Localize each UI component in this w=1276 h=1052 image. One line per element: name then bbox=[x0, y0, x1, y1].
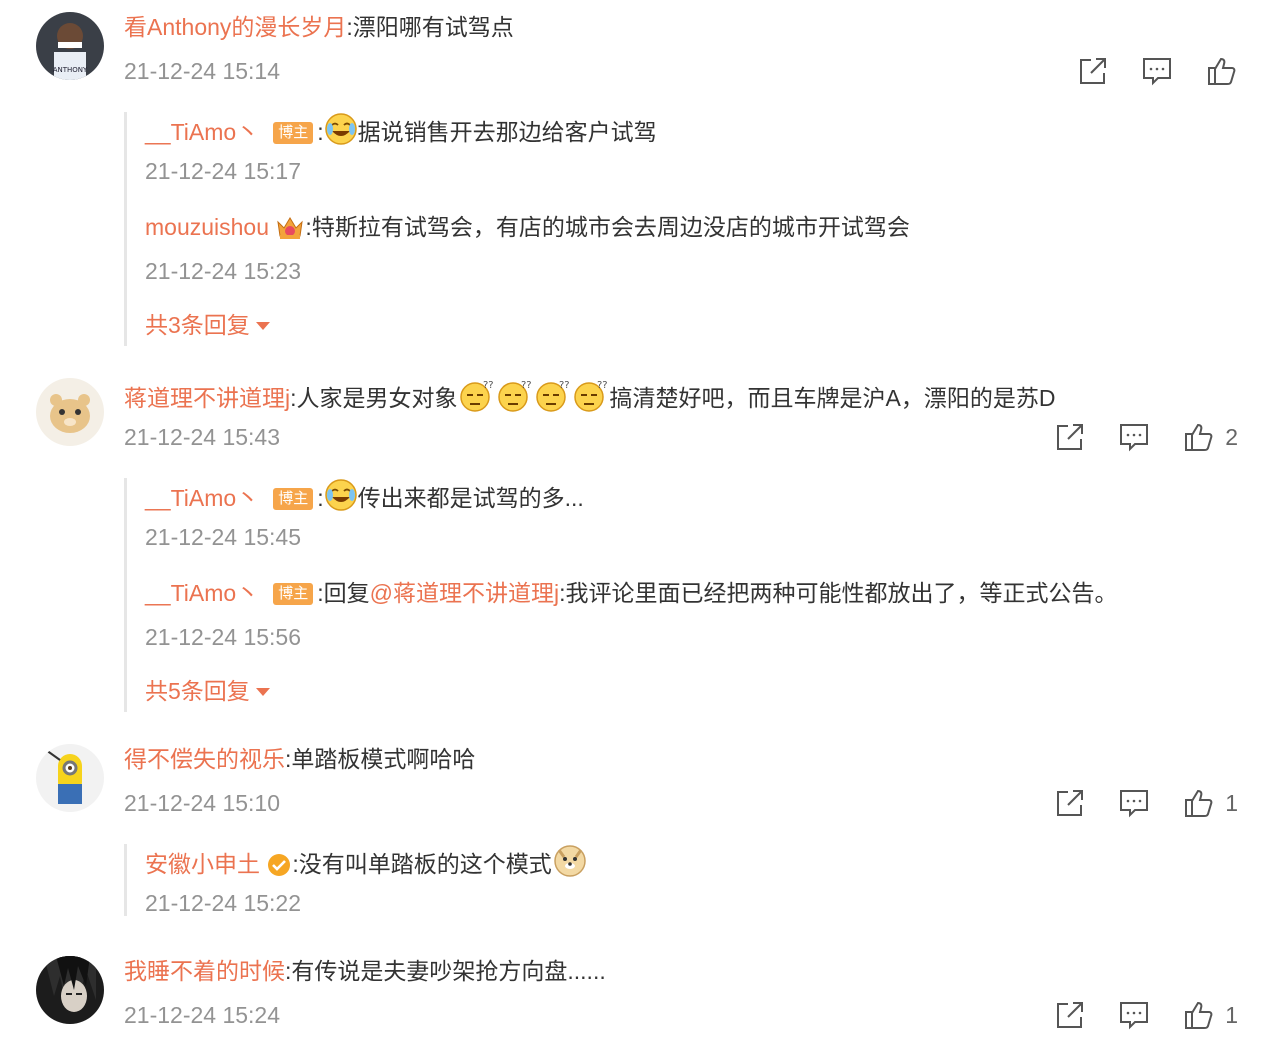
username-link[interactable]: 得不偿失的视乐 bbox=[124, 746, 285, 772]
author-badge: 博主 bbox=[273, 583, 314, 605]
timestamp: 21-12-24 15:23 bbox=[145, 258, 302, 284]
more-replies-label: 共3条回复 bbox=[145, 312, 250, 338]
comment-icon[interactable] bbox=[1140, 54, 1174, 88]
reply-text: 没有叫单踏板的这个模式 bbox=[298, 851, 552, 877]
share-icon[interactable] bbox=[1053, 998, 1087, 1032]
thumbs-up-icon[interactable] bbox=[1204, 54, 1238, 88]
username-link[interactable]: __TiAmo丶 bbox=[145, 580, 259, 606]
reply-text: 据说销售开去那边给客户试驾 bbox=[357, 119, 657, 145]
avatar[interactable] bbox=[36, 378, 104, 446]
sleepy-emoji-icon: ?? bbox=[534, 378, 572, 419]
like-count: 1 bbox=[1225, 789, 1238, 816]
reply-line: mouzuishou :特斯拉有试驾会，有店的城市会去周边没店的城市开试驾会 bbox=[145, 212, 910, 248]
action-bar: 2 bbox=[1023, 420, 1238, 454]
reply-thread: __TiAmo丶 博主: 据说销售开去那边给客户试驾 21-12-24 15:17 … bbox=[124, 112, 910, 346]
comment-text-part: 人家是男女对象 bbox=[296, 385, 458, 411]
sleepy-emoji-icon: ?? bbox=[496, 378, 534, 419]
reply-text: 特斯拉有试驾会，有店的城市会去周边没店的城市开试驾会 bbox=[311, 214, 910, 240]
svg-text:??: ?? bbox=[597, 380, 608, 391]
like-count: 2 bbox=[1225, 423, 1238, 450]
username-link[interactable]: 蒋道理不讲道理j bbox=[124, 385, 290, 411]
username-link[interactable]: __TiAmo丶 bbox=[145, 119, 259, 145]
reply-thread: 安徽小申土 :没有叫单踏板的这个模式 21-12-24 15:22 bbox=[124, 844, 586, 916]
more-replies-label: 共5条回复 bbox=[145, 678, 250, 704]
comment-item: 得不偿失的视乐:单踏板模式啊哈哈 21-12-24 15:10 1 安徽小申土 … bbox=[0, 744, 1276, 924]
comment-item: 蒋道理不讲道理j:人家是男女对象???????? 搞清楚好吧，而且车牌是沪A，漂阳… bbox=[0, 378, 1276, 728]
reply-text: 我评论里面已经把两种可能性都放出了，等正式公告。 bbox=[565, 580, 1118, 606]
svg-text:??: ?? bbox=[559, 380, 570, 391]
comment-text: 漂阳哪有试驾点 bbox=[352, 14, 514, 40]
comment-text: 单踏板模式啊哈哈 bbox=[291, 746, 476, 772]
sleepy-emoji-icon: ?? bbox=[572, 378, 610, 419]
reply-line: __TiAmo丶 博主: 传出来都是试驾的多... bbox=[145, 478, 584, 519]
share-icon[interactable] bbox=[1053, 420, 1087, 454]
avatar[interactable] bbox=[36, 956, 104, 1024]
avatar[interactable] bbox=[36, 744, 104, 812]
thumbs-up-icon[interactable] bbox=[1181, 998, 1215, 1032]
timestamp: 21-12-24 15:17 bbox=[145, 158, 302, 184]
mention-link[interactable]: @蒋道理不讲道理j bbox=[370, 580, 559, 606]
reply-line: __TiAmo丶 博主:回复@蒋道理不讲道理j:我评论里面已经把两种可能性都放出了… bbox=[145, 578, 1117, 608]
more-replies-link[interactable]: 共5条回复 bbox=[145, 676, 270, 706]
laugh-cry-emoji-icon bbox=[324, 478, 358, 519]
comment-text-part: 搞清楚好吧，而且车牌是沪A，漂阳的是苏D bbox=[609, 385, 1056, 411]
avatar[interactable]: ANTHONY bbox=[36, 12, 104, 80]
username-link[interactable]: 看Anthony的漫长岁月 bbox=[124, 14, 346, 40]
timestamp: 21-12-24 15:45 bbox=[145, 524, 302, 550]
verified-badge-icon bbox=[266, 852, 292, 885]
thumbs-up-icon[interactable] bbox=[1181, 786, 1215, 820]
like-count: 1 bbox=[1225, 1001, 1238, 1028]
author-badge: 博主 bbox=[273, 488, 314, 510]
reply-line: __TiAmo丶 博主: 据说销售开去那边给客户试驾 bbox=[145, 112, 657, 153]
reply-prefix: 回复 bbox=[323, 580, 370, 606]
comment-text: 有传说是夫妻吵架抢方向盘...... bbox=[291, 958, 606, 984]
thumbs-up-icon[interactable] bbox=[1181, 420, 1215, 454]
chevron-down-icon bbox=[255, 322, 270, 330]
username-link[interactable]: 安徽小申土 bbox=[145, 851, 260, 877]
action-bar: 1 bbox=[1023, 998, 1238, 1032]
comment-icon[interactable] bbox=[1117, 786, 1151, 820]
username-link[interactable]: 我睡不着的时候 bbox=[124, 958, 285, 984]
author-badge: 博主 bbox=[273, 122, 314, 144]
action-bar bbox=[1046, 54, 1238, 88]
laugh-cry-emoji-icon bbox=[324, 112, 358, 153]
timestamp: 21-12-24 15:10 bbox=[124, 790, 281, 816]
comment-line: 我睡不着的时候:有传说是夫妻吵架抢方向盘...... bbox=[124, 956, 606, 986]
svg-text:??: ?? bbox=[521, 380, 532, 391]
chevron-down-icon bbox=[255, 688, 270, 696]
svg-text:??: ?? bbox=[483, 380, 494, 391]
reply-line: 安徽小申土 :没有叫单踏板的这个模式 bbox=[145, 844, 588, 885]
username-link[interactable]: __TiAmo丶 bbox=[145, 485, 259, 511]
timestamp: 21-12-24 15:22 bbox=[145, 890, 302, 916]
reply-thread: __TiAmo丶 博主: 传出来都是试驾的多... 21-12-24 15:45 _… bbox=[124, 478, 1117, 712]
comment-item: 我睡不着的时候:有传说是夫妻吵架抢方向盘...... 21-12-24 15:2… bbox=[0, 956, 1276, 1052]
svg-text:ANTHONY: ANTHONY bbox=[53, 66, 88, 74]
comment-line: 蒋道理不讲道理j:人家是男女对象???????? 搞清楚好吧，而且车牌是沪A，漂阳… bbox=[124, 378, 1055, 419]
comment-line: 看Anthony的漫长岁月:漂阳哪有试驾点 bbox=[124, 12, 514, 42]
timestamp: 21-12-24 15:24 bbox=[124, 1002, 281, 1028]
timestamp: 21-12-24 15:56 bbox=[145, 624, 302, 650]
comment-line: 得不偿失的视乐:单踏板模式啊哈哈 bbox=[124, 744, 475, 774]
sleepy-emoji-icon: ?? bbox=[458, 378, 496, 419]
crown-badge-icon bbox=[275, 213, 305, 248]
doge-emoji-icon bbox=[552, 844, 588, 885]
username-link[interactable]: mouzuishou bbox=[145, 214, 269, 240]
comment-icon[interactable] bbox=[1117, 998, 1151, 1032]
action-bar: 1 bbox=[1023, 786, 1238, 820]
comment-item: ANTHONY 看Anthony的漫长岁月:漂阳哪有试驾点 21-12-24 1… bbox=[0, 0, 1276, 360]
more-replies-link[interactable]: 共3条回复 bbox=[145, 310, 270, 340]
timestamp: 21-12-24 15:14 bbox=[124, 58, 281, 84]
share-icon[interactable] bbox=[1053, 786, 1087, 820]
comment-icon[interactable] bbox=[1117, 420, 1151, 454]
timestamp: 21-12-24 15:43 bbox=[124, 424, 281, 450]
share-icon[interactable] bbox=[1076, 54, 1110, 88]
reply-text: 传出来都是试驾的多... bbox=[357, 485, 584, 511]
